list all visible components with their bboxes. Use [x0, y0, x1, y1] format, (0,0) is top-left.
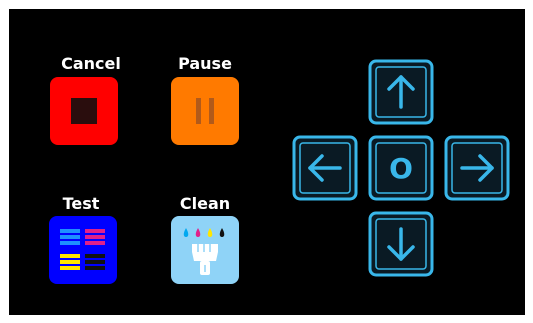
cancel-button[interactable]	[50, 77, 118, 145]
pause-icon	[196, 98, 214, 124]
arrow-left-button[interactable]	[292, 135, 358, 201]
test-label: Test	[62, 194, 100, 213]
arrow-down-button[interactable]	[368, 211, 434, 277]
arrow-right-icon	[444, 135, 510, 201]
clean-label: Clean	[179, 194, 231, 213]
arrow-up-button[interactable]	[368, 59, 434, 125]
pause-label: Pause	[178, 54, 232, 73]
center-label: O	[389, 152, 413, 185]
pause-button[interactable]	[171, 77, 239, 145]
arrow-right-button[interactable]	[444, 135, 510, 201]
center-button[interactable]: O	[368, 135, 434, 201]
center-button-frame: O	[368, 135, 434, 201]
clean-button[interactable]	[171, 216, 239, 284]
test-button[interactable]	[49, 216, 117, 284]
printer-control-screen: Cancel Pause Test Clean O	[9, 9, 525, 315]
arrow-up-icon	[368, 59, 434, 125]
test-pattern-icon	[60, 229, 105, 270]
arrow-left-icon	[292, 135, 358, 201]
cancel-label: Cancel	[61, 54, 121, 73]
stop-icon	[71, 98, 97, 124]
clean-brush-icon	[183, 228, 225, 275]
arrow-down-icon	[368, 211, 434, 277]
